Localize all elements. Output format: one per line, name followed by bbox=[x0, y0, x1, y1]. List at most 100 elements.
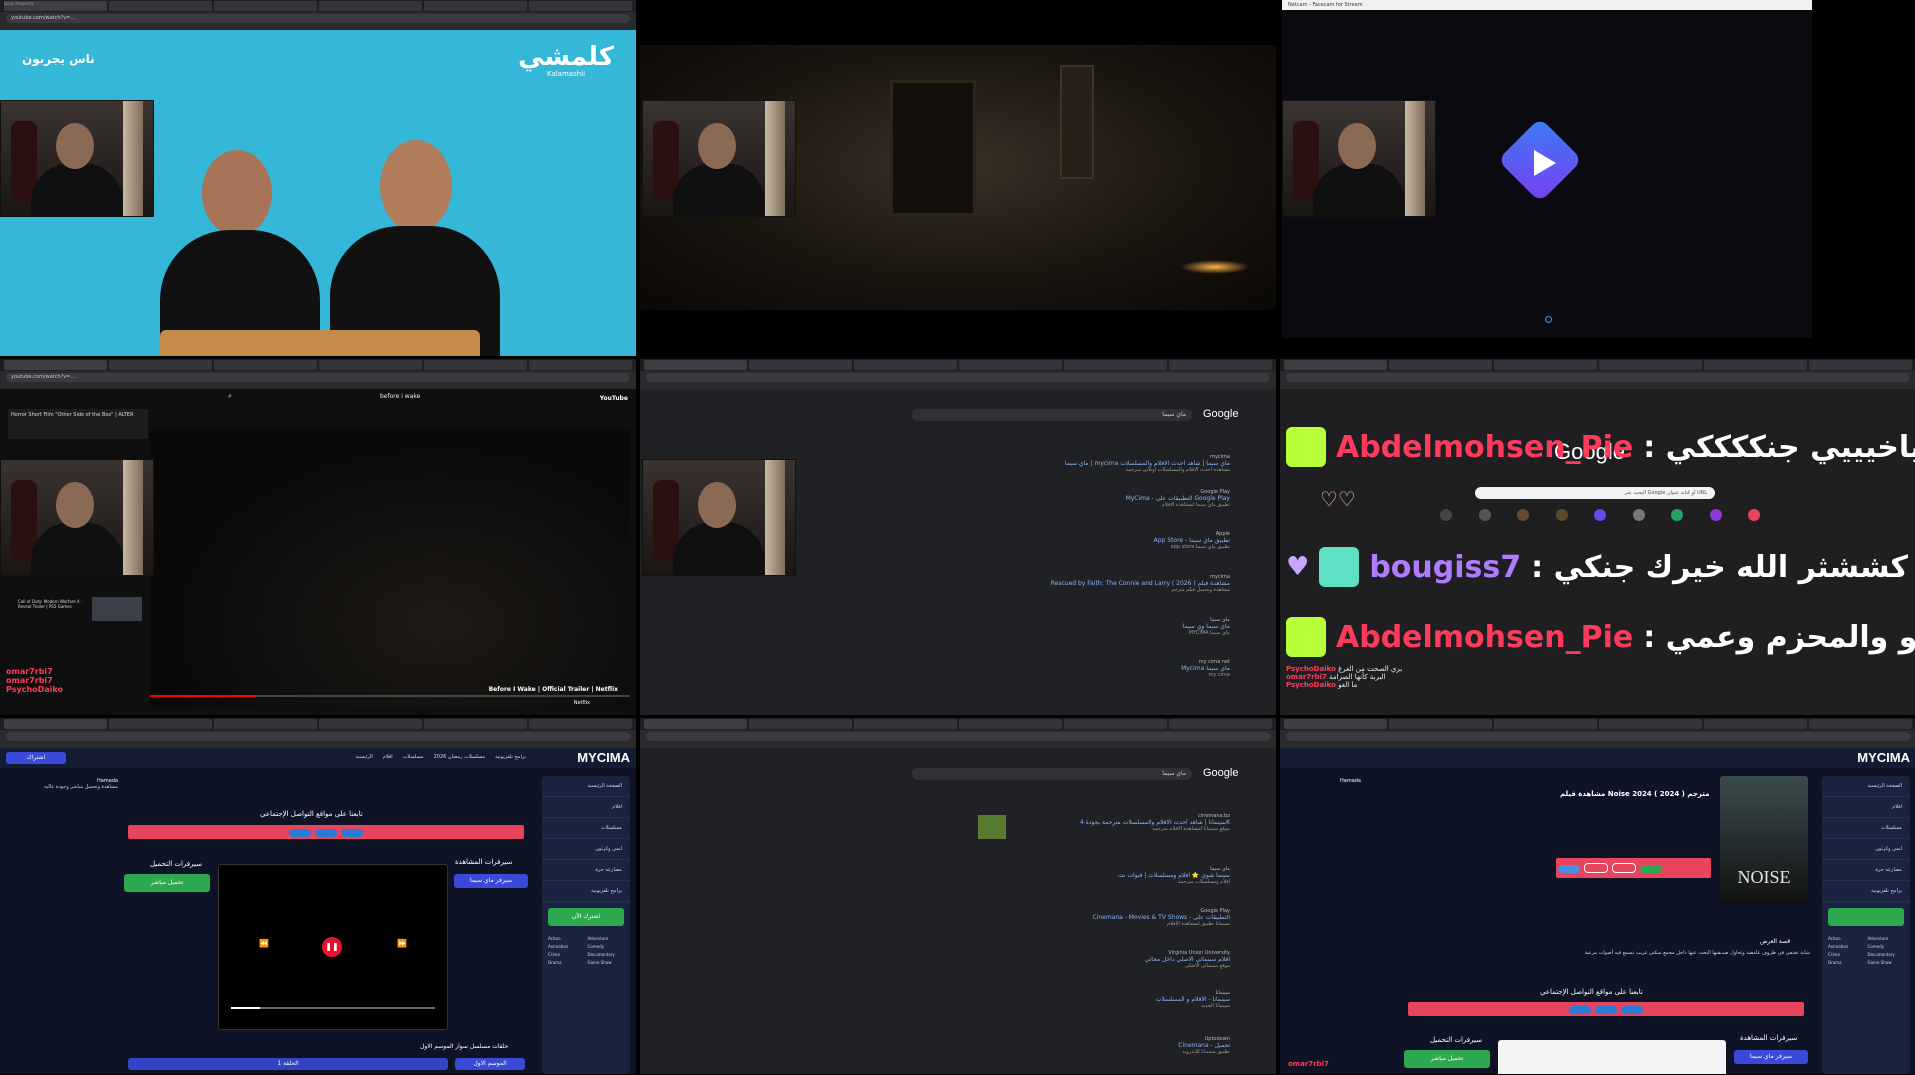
browser-tab[interactable]: Daily Requests bbox=[4, 1, 107, 11]
sidebar-item[interactable]: مصارعة حرة bbox=[542, 860, 630, 881]
address-bar[interactable]: youtube.com/watch?v=... bbox=[6, 14, 630, 23]
sidebar-item[interactable]: برامج تلفزيونية bbox=[1822, 881, 1910, 902]
nav-item[interactable]: برامج تلفزيونية bbox=[495, 754, 526, 760]
search-result[interactable]: ماي سيما سينما شوي ⭐ افلام ومسلسلات | قنو… bbox=[920, 866, 1230, 885]
genre-item[interactable]: Animation bbox=[548, 944, 585, 949]
search-input[interactable]: before i wake bbox=[380, 393, 420, 400]
subscribe-button[interactable] bbox=[1828, 908, 1904, 926]
movie-poster[interactable]: NOISE bbox=[1720, 776, 1808, 906]
social-bar bbox=[128, 825, 524, 839]
address-bar[interactable]: youtube.com/watch?v=... bbox=[6, 373, 630, 382]
shortcut-icon[interactable] bbox=[1632, 509, 1645, 521]
shortcut-icon[interactable] bbox=[1440, 509, 1452, 521]
genre-item[interactable]: Drama bbox=[1828, 960, 1865, 965]
player-progress[interactable] bbox=[231, 1007, 435, 1009]
search-result[interactable]: Virginia Union University افلام سينمائي ا… bbox=[920, 950, 1230, 969]
sidebar-item[interactable]: الصفحة الرئيسية bbox=[542, 776, 630, 797]
sidebar-item[interactable]: افلام bbox=[1822, 797, 1910, 818]
sidebar-item[interactable]: انمي وكرتون bbox=[1822, 839, 1910, 860]
shortcut-icon[interactable] bbox=[1709, 509, 1722, 521]
download-button[interactable]: تحميل مباشر bbox=[1404, 1050, 1490, 1068]
search-result[interactable]: mycima Rescued by Faith: The Connie and L… bbox=[920, 574, 1230, 593]
sidebar-item[interactable]: افلام bbox=[542, 797, 630, 818]
chat-message: Abdelmohsen_Pie : ياخيييي جنككككي bbox=[1286, 427, 1915, 467]
youtube-logo[interactable]: YouTube bbox=[600, 395, 628, 402]
address-bar[interactable] bbox=[646, 732, 1270, 741]
genre-item[interactable]: Action bbox=[1828, 936, 1865, 941]
search-result[interactable]: Google Play Cinemana - Movies & TV Shows … bbox=[920, 908, 1230, 927]
genre-item[interactable]: Documentary bbox=[588, 952, 625, 957]
genre-item[interactable]: Game Show bbox=[1868, 960, 1905, 965]
nav-item[interactable]: مسلسلات bbox=[403, 754, 424, 760]
pause-button[interactable]: ❚❚ bbox=[322, 937, 342, 957]
follow-title: تابعنا على مواقع التواصل الإجتماعي bbox=[1540, 988, 1643, 996]
video-player[interactable]: ⏪ ❚❚ ⏩ bbox=[218, 864, 448, 1030]
sidebar-item[interactable]: انمي وكرتون bbox=[542, 839, 630, 860]
chat-overlay: omar7rbi7 omar7rbi7 PsychoDaiko bbox=[6, 667, 64, 694]
genre-item[interactable]: Game Show bbox=[588, 960, 625, 965]
sidebar-item[interactable]: مسلسلات bbox=[542, 818, 630, 839]
shortcut-icon[interactable] bbox=[1555, 509, 1568, 521]
search-input[interactable]: ماي سيما bbox=[912, 768, 1192, 780]
search-result[interactable]: Apple App Store - تطبيق ماي سيما app store… bbox=[920, 531, 1230, 550]
nav-item[interactable]: مسلسلات رمضان 2026 bbox=[434, 754, 485, 760]
download-button[interactable]: تحميل مباشر bbox=[124, 874, 210, 892]
address-bar[interactable] bbox=[646, 373, 1270, 382]
genre-item[interactable]: Comedy bbox=[588, 944, 625, 949]
search-icon[interactable]: ⌕ bbox=[228, 392, 232, 401]
video-player[interactable]: Before I Wake | Official Trailer | Netfl… bbox=[150, 429, 630, 707]
login-button[interactable]: اشتراك bbox=[6, 752, 66, 764]
search-result[interactable]: Uptodown Cinemana - تحميل تطبيق سينمانا لل… bbox=[920, 1036, 1230, 1055]
sidebar-item[interactable]: الصفحة الرئيسية bbox=[1822, 776, 1910, 797]
episode-button[interactable]: الحلقة 1 bbox=[128, 1058, 448, 1070]
google-logo[interactable]: Google bbox=[1203, 408, 1238, 420]
genre-item[interactable]: Animation bbox=[1828, 944, 1865, 949]
search-result[interactable]: Google Play MyCima - التطبيقات على Google… bbox=[920, 489, 1230, 508]
progress-bar[interactable] bbox=[150, 695, 630, 697]
search-result[interactable]: سينمانا سينمانا - الافلام و المسلسلات سينم… bbox=[920, 990, 1230, 1009]
chat-message: Abdelmohsen_Pie : الدووو والمحزم وعمي bbox=[1286, 617, 1915, 657]
watch-server-button[interactable]: سيرفر ماي سيما bbox=[1734, 1050, 1808, 1064]
search-result[interactable]: my cima net Mycima ماي سيما my cima bbox=[920, 659, 1230, 678]
search-result[interactable]: mycima ماي سيما | mycima ماي سيما | شاهد … bbox=[920, 454, 1230, 473]
forward-icon[interactable]: ⏩ bbox=[397, 939, 407, 948]
shortcut-icon[interactable] bbox=[1478, 509, 1491, 521]
sidebar-item[interactable]: Call of Duty: Modern Warfare 4 - Reveal … bbox=[18, 599, 88, 609]
google-logo[interactable]: Google bbox=[1203, 767, 1238, 779]
channel-name[interactable]: Netflix bbox=[574, 700, 590, 706]
genre-item[interactable]: Crime bbox=[548, 952, 585, 957]
genre-item[interactable]: Crime bbox=[1828, 952, 1865, 957]
genre-item[interactable]: Action bbox=[548, 936, 585, 941]
mycima-logo[interactable]: MYCIMA bbox=[577, 750, 630, 765]
nav-item[interactable]: الرئيسية bbox=[356, 754, 373, 760]
genre-item[interactable]: Drama bbox=[548, 960, 585, 965]
address-bar[interactable] bbox=[1286, 373, 1910, 382]
browser-chrome: youtube.com/watch?v=... bbox=[0, 359, 636, 389]
sidebar-item[interactable]: مسلسلات bbox=[1822, 818, 1910, 839]
video-player[interactable] bbox=[1498, 1040, 1726, 1074]
genre-item[interactable]: Adventure bbox=[588, 936, 625, 941]
watch-server-button[interactable]: سيرفر ماي سيما bbox=[454, 874, 528, 888]
search-result[interactable]: cinemana.bz سينمانا | شاهد احدث الافلام و… bbox=[920, 813, 1230, 832]
tile-netcam: Netcam - Facecam for Stream bbox=[1280, 0, 1915, 356]
sidebar-item[interactable]: برامج تلفزيونية bbox=[542, 881, 630, 902]
shortcut-icon[interactable] bbox=[1517, 509, 1529, 521]
sidebar-item[interactable]: مصارعة حرة bbox=[1822, 860, 1910, 881]
subscribe-button[interactable]: اشترك الآن bbox=[548, 908, 624, 926]
search-input[interactable]: البحث عبر Google أو كتابة عنوان URL bbox=[1475, 487, 1715, 499]
genre-item[interactable]: Comedy bbox=[1868, 944, 1905, 949]
rewind-icon[interactable]: ⏪ bbox=[259, 939, 269, 948]
shortcut-icon[interactable] bbox=[1748, 509, 1760, 521]
search-result[interactable]: ماي سيما ماي سيما وي سيما MYCIMA ماي سيما bbox=[920, 617, 1230, 636]
mycima-logo[interactable]: MYCIMA bbox=[1857, 750, 1910, 765]
shortcut-icon[interactable] bbox=[1594, 509, 1606, 521]
shortcut-icon[interactable] bbox=[1671, 509, 1683, 521]
search-input[interactable]: ماي سيما bbox=[912, 409, 1192, 421]
address-bar[interactable] bbox=[6, 732, 630, 741]
nav-item[interactable]: افلام bbox=[383, 754, 393, 760]
genre-item[interactable]: Documentary bbox=[1868, 952, 1905, 957]
address-bar[interactable] bbox=[1286, 732, 1910, 741]
thumbnail[interactable] bbox=[92, 597, 142, 621]
season-button[interactable]: الموسم الاول bbox=[455, 1058, 525, 1070]
genre-item[interactable]: Adventure bbox=[1868, 936, 1905, 941]
